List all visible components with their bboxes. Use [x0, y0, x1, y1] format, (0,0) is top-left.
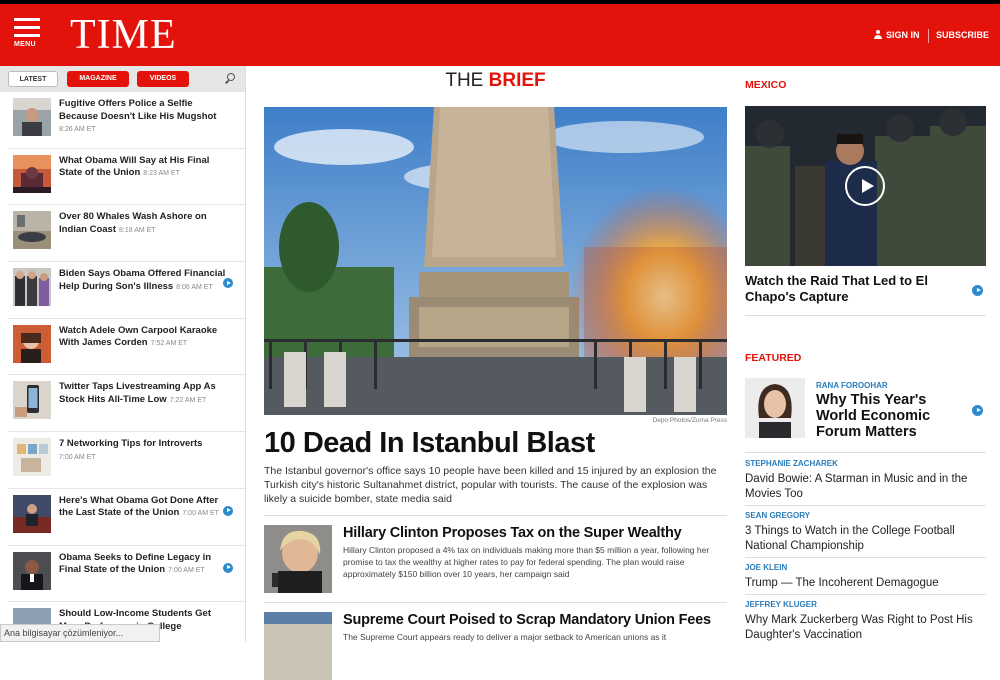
thumbnail-image — [13, 438, 51, 477]
mexico-section-label[interactable]: MEXICO — [745, 79, 786, 91]
video-play-icon[interactable] — [223, 562, 233, 573]
story-description: Hillary Clinton proposed a 4% tax on ind… — [343, 545, 710, 579]
sidebar-item-time: 8:26 AM ET — [59, 126, 96, 133]
tab-latest[interactable]: LATEST — [8, 71, 58, 87]
author-photo[interactable] — [745, 378, 805, 438]
hamburger-icon-bar — [14, 34, 40, 37]
thumbnail-image — [13, 98, 51, 136]
sidebar-item[interactable]: Fugitive Offers Police a Selfie Because … — [8, 92, 245, 149]
story-description: The Supreme Court appears ready to deliv… — [343, 632, 667, 642]
section-title-prefix: THE — [445, 70, 484, 91]
author-name[interactable]: RANA FOROOHAR — [816, 381, 888, 390]
sidebar-item-time: 8:23 AM ET — [143, 170, 180, 178]
sidebar-item[interactable]: Here's What Obama Got Done After the Las… — [8, 489, 245, 546]
sidebar-item-time: 7:00 AM ET — [182, 510, 219, 518]
lead-headline[interactable]: 10 Dead In Istanbul Blast — [264, 427, 727, 460]
sidebar-item-time: 7:00 AM ET — [59, 453, 96, 461]
section-title[interactable]: THE BRIEF — [264, 70, 727, 92]
tab-magazine[interactable]: MAGAZINE — [67, 71, 129, 87]
video-play-icon[interactable] — [845, 166, 885, 206]
article-title[interactable]: 3 Things to Watch in the College Footbal… — [745, 524, 985, 554]
video-play-icon[interactable] — [223, 278, 233, 289]
section-divider — [745, 315, 986, 316]
search-icon[interactable] — [224, 73, 236, 85]
video-play-icon[interactable] — [972, 285, 983, 296]
section-divider — [745, 594, 986, 595]
story-title[interactable]: Supreme Court Poised to Scrap Mandatory … — [343, 612, 727, 628]
sidebar-item[interactable]: What Obama Will Say at His Final State o… — [8, 149, 245, 206]
section-divider — [745, 452, 986, 453]
user-icon — [874, 30, 882, 39]
header-divider — [928, 29, 929, 43]
author-name[interactable]: STEPHANIE ZACHAREK — [745, 459, 838, 468]
thumbnail-image — [13, 324, 51, 363]
sidebar-item-time: 7:52 AM ET — [150, 340, 188, 348]
browser-status-bar: Ana bilgisayar çözümleniyor... — [0, 624, 160, 642]
sidebar-item-title: Watch Adele Own Carpool Karaoke With Jam… — [59, 324, 218, 349]
sidebar-item[interactable]: Twitter Taps Livestreaming App As Stock … — [8, 375, 245, 433]
thumbnail-image — [13, 551, 51, 590]
video-title[interactable]: Watch the Raid That Led to El Chapo's Ca… — [745, 273, 965, 304]
photo-credit: Depo Photos/Zuma Press — [652, 417, 727, 424]
sidebar-item[interactable]: Biden Says Obama Offered Financial Help … — [8, 262, 245, 319]
latest-sidebar: LATEST MAGAZINE VIDEOS Fugitive Offers P… — [0, 66, 246, 642]
site-header: MENU TIME SIGN IN SUBSCRIBE — [0, 4, 1000, 66]
thumbnail-image — [13, 268, 51, 307]
thumbnail-image — [13, 381, 51, 420]
story-divider — [264, 602, 727, 603]
thumbnail-image — [13, 211, 51, 250]
section-divider — [745, 557, 986, 558]
story-title[interactable]: Hillary Clinton Proposes Tax on the Supe… — [343, 525, 727, 541]
sidebar-item[interactable]: Watch Adele Own Carpool Karaoke With Jam… — [8, 319, 245, 376]
author-name[interactable]: JOE KLEIN — [745, 563, 787, 572]
article-title[interactable]: David Bowie: A Starman in Music and in t… — [745, 472, 985, 502]
sidebar-item[interactable]: Obama Seeks to Define Legacy in Final St… — [8, 546, 245, 603]
thumbnail-image — [13, 494, 51, 533]
sidebar-item-title: What Obama Will Say at His Final State o… — [59, 154, 210, 179]
hamburger-icon-bar — [14, 26, 40, 29]
article-title[interactable]: Why Mark Zuckerberg Was Right to Post Hi… — [745, 613, 985, 643]
author-name[interactable]: JEFFREY KLUGER — [745, 600, 817, 609]
menu-label: MENU — [14, 41, 36, 48]
section-title-highlight: BRIEF — [488, 70, 546, 91]
sidebar-tabs: LATEST MAGAZINE VIDEOS — [0, 66, 245, 92]
article-title[interactable]: Trump — The Incoherent Demagogue — [745, 576, 985, 591]
sidebar-item-time: 7:00 AM ET — [168, 567, 205, 574]
menu-button[interactable]: MENU — [14, 18, 44, 54]
tab-videos[interactable]: VIDEOS — [137, 71, 189, 87]
sidebar-item-time: 8:18 AM ET — [119, 226, 156, 234]
sign-in-label: SIGN IN — [886, 30, 920, 40]
lead-summary: The Istanbul governor's office says 10 p… — [264, 465, 717, 505]
hero-image[interactable] — [264, 107, 727, 415]
story-thumbnail[interactable] — [264, 612, 332, 680]
section-divider — [745, 505, 986, 506]
author-name[interactable]: SEAN GREGORY — [745, 511, 810, 520]
video-play-icon[interactable] — [972, 405, 983, 416]
sidebar-item-title: 7 Networking Tips for Introverts — [59, 438, 203, 450]
subscribe-link[interactable]: SUBSCRIBE — [936, 30, 989, 40]
sign-in-link[interactable]: SIGN IN — [874, 30, 920, 40]
time-logo[interactable]: TIME — [70, 11, 177, 59]
video-play-icon[interactable] — [223, 505, 233, 516]
story-divider — [264, 515, 727, 516]
featured-title[interactable]: Why This Year's World Economic Forum Mat… — [816, 392, 966, 440]
sidebar-item[interactable]: Over 80 Whales Wash Ashore on Indian Coa… — [8, 205, 245, 263]
thumbnail-image — [13, 154, 51, 193]
sidebar-item[interactable]: 7 Networking Tips for Introverts 7:00 AM … — [8, 432, 245, 489]
featured-section-label: FEATURED — [745, 352, 802, 364]
sidebar-item-time: 7:22 AM ET — [169, 396, 207, 404]
hamburger-icon — [14, 18, 40, 21]
story-thumbnail[interactable] — [264, 525, 332, 593]
sidebar-item-title: Fugitive Offers Police a Selfie Because … — [59, 98, 217, 122]
sidebar-item-time: 8:06 AM ET — [176, 283, 213, 291]
